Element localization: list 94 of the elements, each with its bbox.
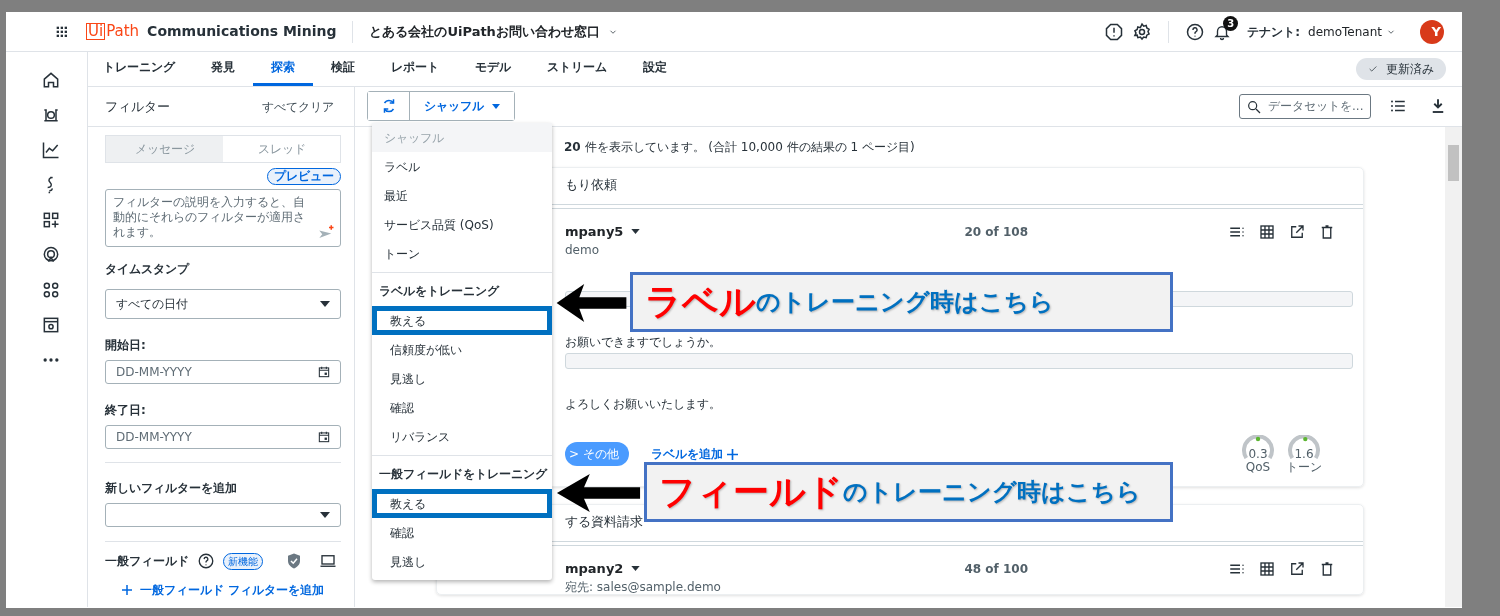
preview-badge: プレビュー bbox=[267, 168, 341, 185]
menu-item[interactable]: 確認 bbox=[372, 518, 552, 547]
menu-item[interactable]: 信頼度が低い bbox=[372, 335, 552, 364]
help-icon[interactable] bbox=[197, 552, 215, 570]
plus-icon bbox=[726, 448, 738, 460]
field-label: 開始日: bbox=[105, 337, 147, 354]
menu-item[interactable]: 確認 bbox=[372, 393, 552, 422]
caret-icon bbox=[320, 301, 330, 307]
external-link-icon[interactable] bbox=[1288, 222, 1306, 241]
field-label: 新しいフィルターを追加 bbox=[105, 480, 238, 497]
menu-item[interactable]: ラベル bbox=[372, 152, 552, 181]
notification-badge: 3 bbox=[1223, 15, 1239, 31]
clear-all-link[interactable]: すべてクリア bbox=[262, 97, 334, 116]
tenant-selector[interactable]: demoTenant bbox=[1308, 22, 1396, 41]
calendar-icon[interactable] bbox=[317, 365, 331, 379]
field-label: タイムスタンプ bbox=[105, 261, 191, 278]
apps-add-icon[interactable] bbox=[41, 210, 61, 230]
shapes-icon[interactable] bbox=[41, 280, 61, 300]
tenant-label: テナント: bbox=[1247, 23, 1300, 41]
caret-icon bbox=[631, 229, 641, 235]
add-filter-link[interactable]: 一般フィールド フィルターを追加 bbox=[115, 580, 331, 600]
description-field[interactable]: フィルターの説明を入力すると、自動的にそれらのフィルターが適用されます。 bbox=[105, 189, 341, 247]
callout-box: ラベルのトレーニング時はこちら bbox=[630, 272, 1173, 332]
refresh-button[interactable] bbox=[368, 92, 410, 121]
table-icon[interactable] bbox=[1258, 222, 1276, 241]
nav-tab[interactable]: 探索 bbox=[253, 51, 313, 86]
settings-icon[interactable] bbox=[1132, 21, 1153, 42]
help-icon[interactable] bbox=[1185, 21, 1206, 42]
menu-item[interactable]: 見逃し bbox=[372, 547, 552, 576]
laptop-icon[interactable] bbox=[319, 552, 337, 570]
gauge-label: トーン bbox=[1286, 460, 1322, 474]
nav-tab[interactable]: 設定 bbox=[625, 51, 685, 86]
message-subject: する資料請求 bbox=[565, 513, 643, 532]
menu-item[interactable]: サービス品質 (QoS) bbox=[372, 210, 552, 239]
gauge-dial bbox=[1240, 434, 1276, 459]
recipient-text: 宛先: sales@sample.demo bbox=[565, 578, 721, 596]
scrollbar[interactable] bbox=[1445, 126, 1462, 607]
table-icon[interactable] bbox=[1258, 559, 1276, 578]
workspace-selector[interactable]: とある会社のUiPathお問い合わせ窓口 bbox=[369, 21, 618, 42]
user-avatar[interactable]: Y bbox=[1420, 19, 1444, 44]
message-text: お願いできますでしょうか。 bbox=[565, 333, 721, 351]
caret-icon bbox=[631, 566, 641, 572]
add-label-link[interactable]: ラベルを追加 bbox=[644, 444, 744, 465]
product-name: Communications Mining bbox=[147, 22, 337, 41]
send-sparkle-icon[interactable] bbox=[317, 223, 335, 241]
section-label: 一般フィールド bbox=[105, 553, 189, 570]
date-range-select[interactable]: すべての日付 bbox=[105, 289, 341, 319]
gauge-value: 0.3 bbox=[1248, 447, 1268, 461]
nav-tab[interactable]: トレーニング bbox=[88, 51, 193, 86]
sensor-icon[interactable] bbox=[41, 245, 61, 265]
chart-icon[interactable] bbox=[41, 140, 61, 160]
menu-heading: 一般フィールドをトレーニング bbox=[378, 465, 549, 483]
message-subject: もり依頼 bbox=[565, 176, 617, 195]
field-label: 終了日: bbox=[105, 402, 147, 419]
recipient-text: demo bbox=[565, 241, 600, 259]
gauge-value: 1.6 bbox=[1294, 447, 1314, 461]
callout-box: フィールド のトレーニング時はこちら bbox=[644, 462, 1173, 522]
menu-item[interactable]: 見逃し bbox=[372, 364, 552, 393]
menu-item[interactable]: リバランス bbox=[372, 422, 552, 451]
menu-item[interactable]: トーン bbox=[372, 239, 552, 268]
results-summary: 20 件を表示しています。 (合計 10,000 件の結果の 1 ページ目) bbox=[564, 138, 915, 156]
status-text: 更新済み bbox=[1386, 61, 1434, 78]
shield-check-icon[interactable] bbox=[285, 552, 303, 570]
caret-icon bbox=[320, 512, 330, 518]
search-field[interactable]: データセットを... bbox=[1239, 93, 1371, 119]
nav-tab[interactable]: ストリーム bbox=[529, 51, 625, 86]
sender-dropdown[interactable]: mpany5 bbox=[565, 221, 641, 242]
nav-tab[interactable]: 発見 bbox=[193, 51, 253, 86]
alert-icon[interactable] bbox=[1104, 21, 1125, 42]
external-link-icon[interactable] bbox=[1288, 559, 1306, 578]
nav-tab[interactable]: モデル bbox=[457, 51, 529, 86]
gauge-dial bbox=[1286, 434, 1322, 459]
calendar-icon[interactable] bbox=[41, 315, 61, 335]
check-icon bbox=[1368, 64, 1378, 74]
gauge-label: QoS bbox=[1245, 460, 1271, 474]
message-position: 48 of 100 bbox=[964, 560, 1028, 578]
date-field[interactable]: DD-MM-YYYY bbox=[105, 360, 341, 384]
menu-item[interactable]: 教える bbox=[372, 306, 552, 335]
message-position: 20 of 108 bbox=[964, 223, 1028, 241]
new-badge: 新機能 bbox=[223, 552, 263, 570]
sender-dropdown[interactable]: mpany2 bbox=[565, 558, 641, 579]
calendar-icon[interactable] bbox=[317, 430, 331, 444]
date-field[interactable]: DD-MM-YYYY bbox=[105, 425, 341, 449]
menu-item[interactable]: 最近 bbox=[372, 181, 552, 210]
logo: Ui Path bbox=[86, 21, 140, 43]
home-icon[interactable] bbox=[41, 70, 61, 90]
caret-icon bbox=[492, 103, 500, 109]
panel-title: フィルター bbox=[105, 97, 170, 116]
nav-tab[interactable]: レポート bbox=[373, 51, 457, 86]
menu-heading: ラベルをトレーニング bbox=[378, 282, 501, 300]
message-text: よろしくお願いいたします。 bbox=[565, 395, 721, 413]
plus-icon bbox=[121, 585, 132, 595]
nav-tab[interactable]: 検証 bbox=[313, 51, 373, 86]
menu-item[interactable]: 教える bbox=[372, 489, 552, 518]
